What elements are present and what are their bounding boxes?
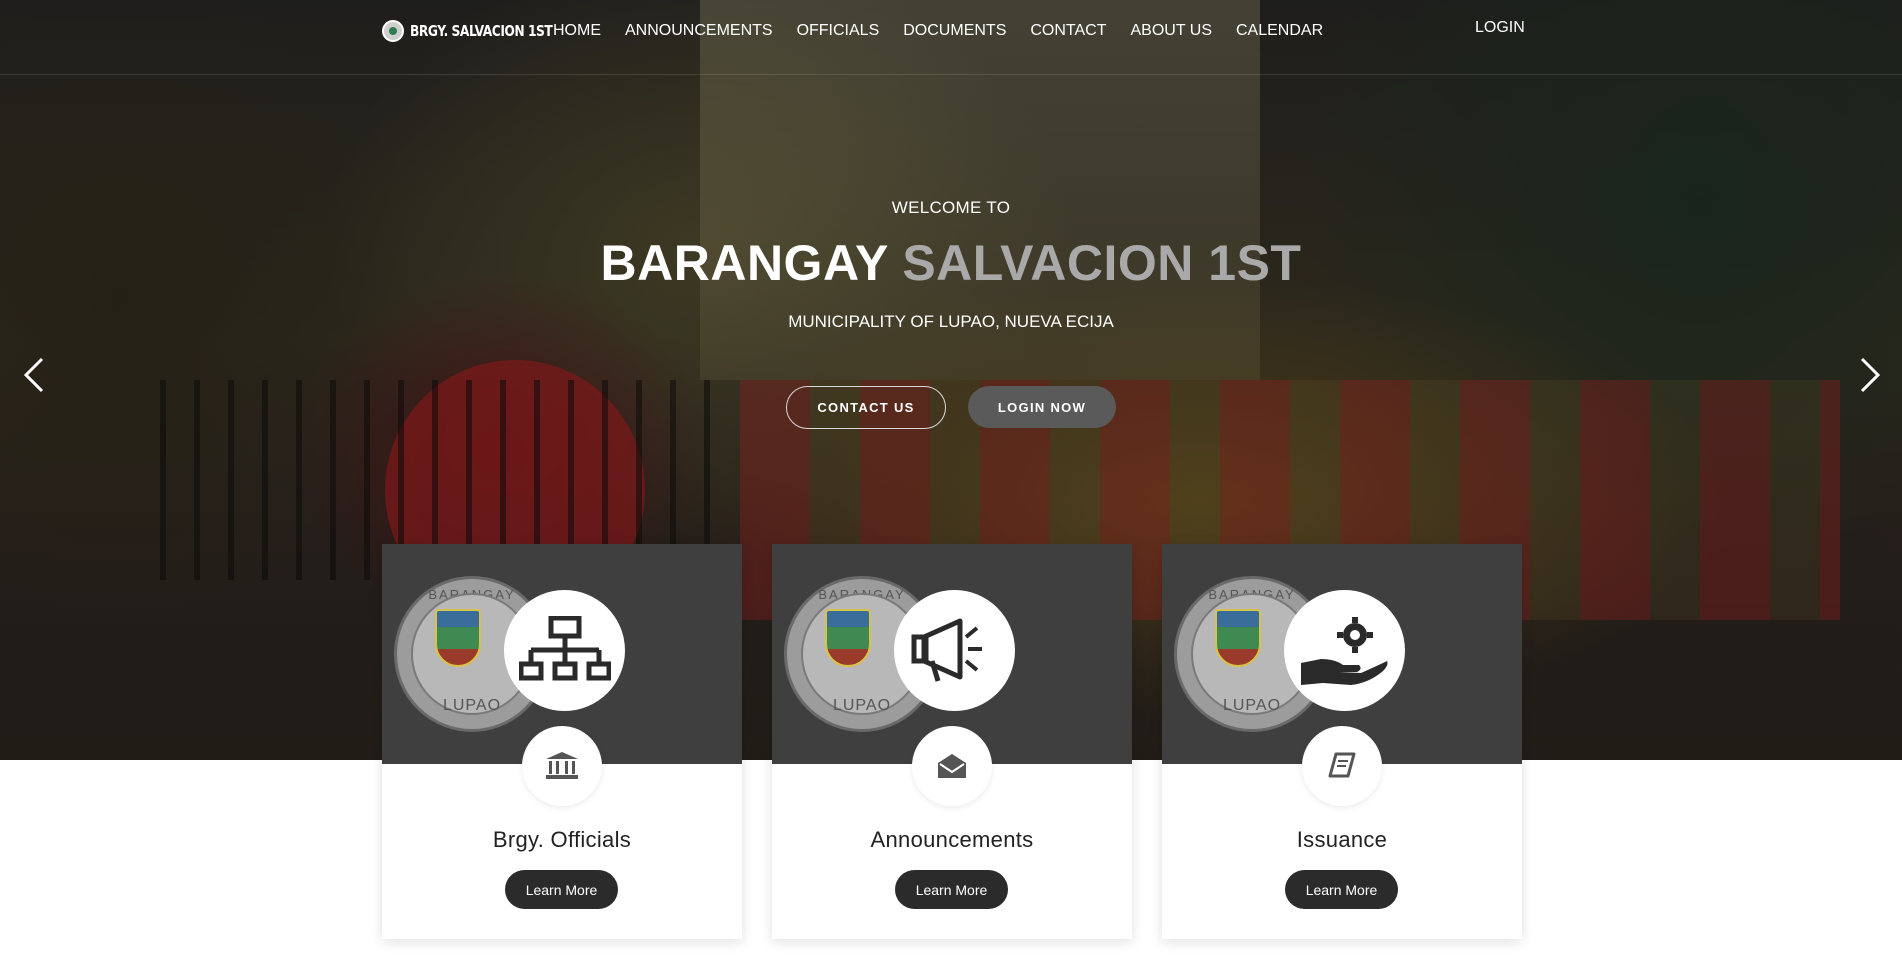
bank-icon	[522, 726, 602, 806]
nav-announcements[interactable]: ANNOUNCEMENTS	[625, 22, 773, 40]
card-title: Issuance	[1296, 827, 1388, 852]
hero-title-main: BARANGAY	[600, 235, 888, 291]
hero-title-accent: SALVACION 1ST	[902, 235, 1302, 291]
login-now-button[interactable]: LOGIN NOW	[968, 386, 1116, 428]
hero-welcome-text: WELCOME TO	[891, 198, 1011, 217]
seal-shield	[1215, 609, 1261, 667]
seal-text-bottom: LUPAO	[832, 697, 892, 714]
card-title: Brgy. Officials	[492, 827, 632, 852]
hero-content: WELCOME TO BARANGAY SALVACION 1ST MUNICI…	[0, 198, 1902, 429]
nav-login-link[interactable]: LOGIN	[1475, 19, 1525, 37]
card-title: Announcements	[870, 827, 1034, 852]
nav-about-us[interactable]: ABOUT US	[1131, 22, 1213, 40]
service-card-officials: BARANGAY SALVAC LUPAO	[382, 544, 742, 939]
brand-name: BRGY. SALVACION 1ST	[410, 22, 553, 40]
nav-calendar[interactable]: CALENDAR	[1236, 22, 1323, 40]
learn-more-button[interactable]: Learn More	[1285, 870, 1398, 909]
seal-text-bottom: LUPAO	[442, 697, 502, 714]
hand-gear-icon	[1284, 590, 1405, 711]
megaphone-icon	[894, 590, 1015, 711]
learn-more-button[interactable]: Learn More	[505, 870, 618, 909]
hero-buttons: CONTACT US LOGIN NOW	[0, 386, 1902, 429]
main-menu: HOME ANNOUNCEMENTS OFFICIALS DOCUMENTS C…	[553, 22, 1347, 40]
contact-us-button[interactable]: CONTACT US	[786, 386, 946, 429]
seal-shield	[435, 609, 481, 667]
envelope-open-icon	[912, 726, 992, 806]
nav-documents[interactable]: DOCUMENTS	[903, 22, 1006, 40]
nav-home[interactable]: HOME	[553, 22, 601, 40]
org-chart-icon	[504, 590, 625, 711]
book-icon	[1302, 726, 1382, 806]
seal-shield	[825, 609, 871, 667]
seal-text-bottom: LUPAO	[1222, 697, 1282, 714]
hero-title: BARANGAY SALVACION 1ST	[0, 238, 1902, 288]
nav-contact[interactable]: CONTACT	[1030, 22, 1106, 40]
top-navbar: BRGY. SALVACION 1ST HOME ANNOUNCEMENTS O…	[0, 0, 1902, 75]
hero-subtitle: MUNICIPALITY OF LUPAO, NUEVA ECIJA	[788, 312, 1114, 331]
barangay-seal-icon	[382, 20, 404, 42]
service-card-announcements: BARANGAY SALVAC LUPAO Announcements Lear…	[772, 544, 1132, 939]
nav-officials[interactable]: OFFICIALS	[797, 22, 880, 40]
learn-more-button[interactable]: Learn More	[895, 870, 1008, 909]
service-card-issuance: BARANGAY SALVAC LUPAO Issuance Learn Mor…	[1162, 544, 1522, 939]
